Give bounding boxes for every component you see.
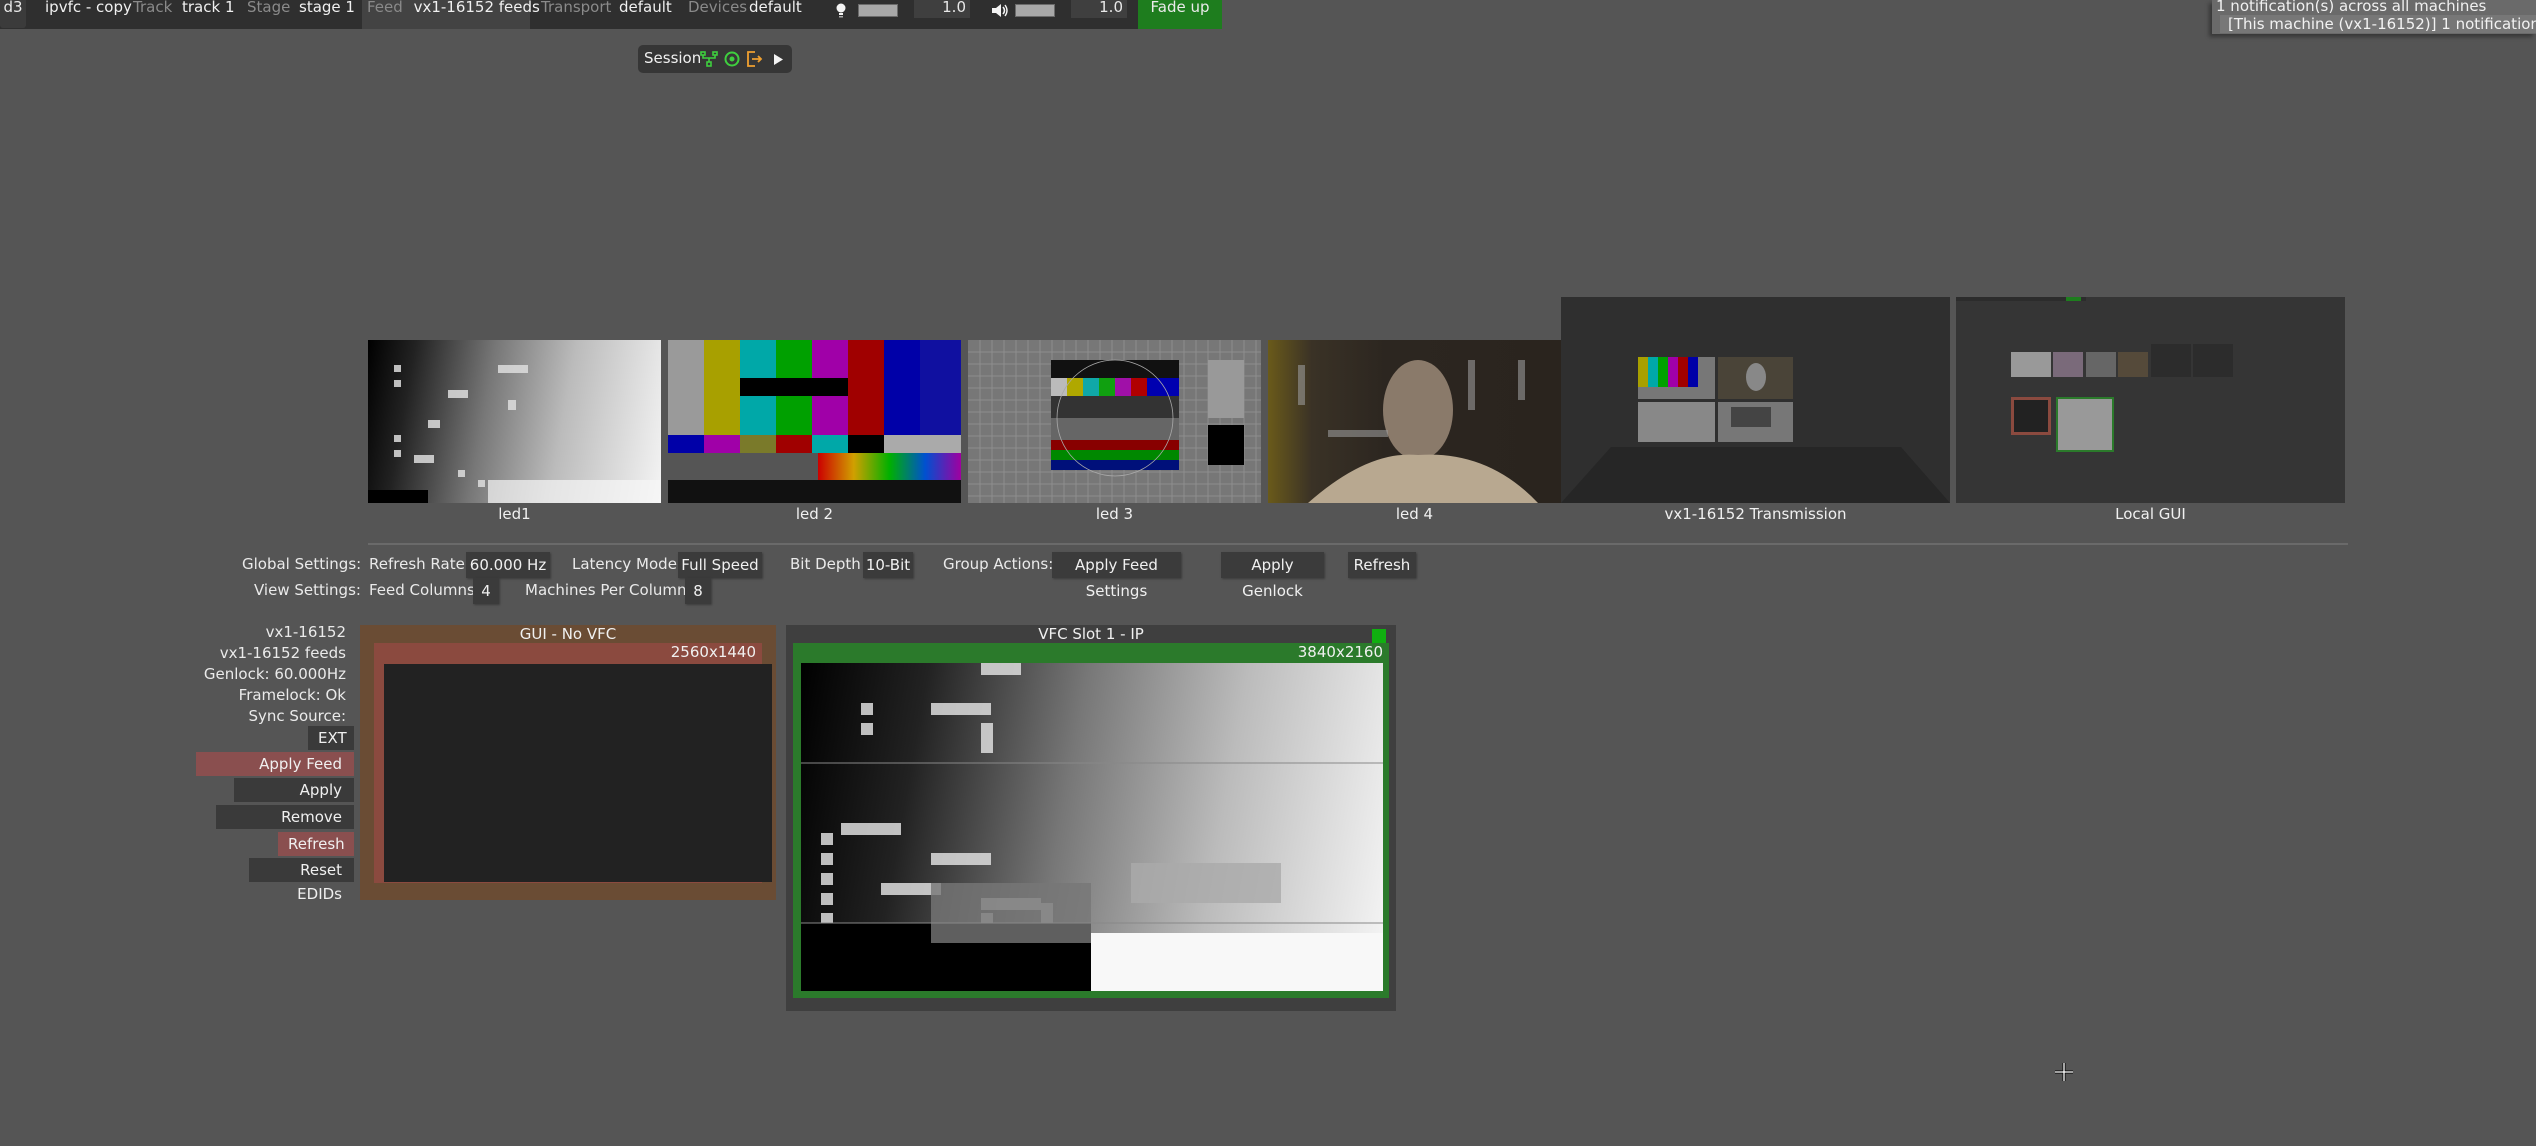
- feed-columns-input[interactable]: 4: [473, 578, 499, 604]
- feed-label-led-4: led 4: [1395, 505, 1434, 523]
- feed-thumbnail-led-4[interactable]: [1268, 340, 1561, 503]
- feed-label-led-2: led 2: [795, 505, 834, 523]
- track-label: Track: [133, 0, 173, 16]
- feed-selector[interactable]: Feed vx1-16152 feeds: [362, 0, 540, 29]
- refresh-rate-dropdown[interactable]: 60.000 Hz: [466, 552, 550, 578]
- track-selector[interactable]: track 1: [182, 0, 235, 29]
- feed-label: Feed: [367, 0, 403, 16]
- volume-value[interactable]: 1.0: [1071, 0, 1127, 18]
- output-resolution: 3840x2160: [1297, 643, 1383, 661]
- machines-per-column-label: Machines Per Column: [525, 581, 687, 599]
- reset-edids-button[interactable]: Reset EDIDs: [249, 858, 354, 903]
- remove-genlock-button[interactable]: Remove Genlock: [216, 805, 354, 850]
- output-frame: 2560x1440: [374, 643, 772, 883]
- project-name[interactable]: ipvfc - copy: [45, 0, 132, 29]
- speaker-icon: [992, 4, 1008, 17]
- feed-thumbnail-led-3[interactable]: [968, 340, 1261, 503]
- section-divider: [368, 543, 2348, 545]
- genlock-status: Genlock: 60.000Hz: [203, 665, 346, 683]
- machine-name: vx1-16152: [265, 623, 346, 641]
- transmission-preview: [1561, 357, 1950, 503]
- output-title: GUI - No VFC: [519, 625, 617, 643]
- group-refresh-button[interactable]: Refresh: [1348, 552, 1416, 578]
- feed-thumbnail-led1[interactable]: [368, 340, 661, 503]
- latency-mode-label: Latency Mode: [572, 555, 677, 573]
- feed-thumbnail-local-gui[interactable]: [1956, 297, 2345, 503]
- feed-label-led-3: led 3: [1095, 505, 1134, 523]
- feed-thumbnail-transmission[interactable]: [1561, 297, 1950, 503]
- led1-preview: [368, 365, 661, 503]
- sync-source-dropdown[interactable]: EXT: [308, 726, 354, 750]
- output-preview: [801, 663, 1383, 991]
- eye-icon[interactable]: [724, 51, 740, 67]
- output-frame: 3840x2160: [793, 643, 1389, 998]
- brightness-value[interactable]: 1.0: [914, 0, 970, 18]
- group-apply-feed-settings-button[interactable]: Apply Feed Settings: [1052, 552, 1181, 600]
- brightness-slider[interactable]: [858, 4, 898, 17]
- machine-feeds: vx1-16152 feeds: [219, 644, 346, 662]
- devices-label: Devices: [688, 0, 748, 16]
- stage-label: Stage: [247, 0, 291, 16]
- stage-selector[interactable]: stage 1: [299, 0, 355, 29]
- devices-selector[interactable]: default: [749, 0, 802, 29]
- output-resolution: 2560x1440: [670, 643, 756, 661]
- notifications-summary: 1 notification(s) across all machines: [2216, 0, 2487, 15]
- transport-selector[interactable]: default: [619, 0, 672, 29]
- apply-feed-settings-button[interactable]: Apply Feed Settings: [196, 752, 354, 797]
- local-gui-preview: [1956, 297, 2233, 452]
- session-widget[interactable]: Session: [638, 45, 792, 73]
- play-icon[interactable]: [774, 54, 783, 65]
- global-settings-label: Global Settings:: [242, 555, 362, 573]
- session-label: Session: [644, 49, 702, 67]
- led2-preview: [668, 340, 961, 503]
- framelock-status: Framelock: Ok: [238, 686, 346, 704]
- app-logo[interactable]: d3: [0, 0, 26, 28]
- notification-item[interactable]: [This machine (vx1-16152)] 1 notificatio…: [2220, 15, 2536, 33]
- lightbulb-icon: [836, 3, 846, 18]
- bit-depth-label: Bit Depth: [790, 555, 861, 573]
- top-bar: d3 ipvfc - copy Track track 1 Stage stag…: [0, 0, 1222, 29]
- feed-thumbnail-led-2[interactable]: [668, 340, 961, 503]
- refresh-button[interactable]: Refresh: [278, 832, 354, 856]
- output-card-vfc-slot-1[interactable]: VFC Slot 1 - IP 3840x2160: [786, 625, 1396, 1011]
- output-preview: [384, 664, 772, 882]
- apply-genlock-button[interactable]: Apply Genlock: [234, 778, 354, 823]
- output-title: VFC Slot 1 - IP: [1038, 625, 1144, 643]
- status-indicator: [1372, 629, 1386, 643]
- latency-mode-dropdown[interactable]: Full Speed: [678, 552, 762, 578]
- vfc-preview-image: [801, 663, 1383, 991]
- group-apply-genlock-button[interactable]: Apply Genlock: [1221, 552, 1324, 600]
- refresh-rate-label: Refresh Rate: [369, 555, 465, 573]
- bit-depth-dropdown[interactable]: 10-Bit: [863, 552, 913, 578]
- exit-icon[interactable]: [746, 51, 763, 67]
- machines-per-column-input[interactable]: 8: [685, 578, 711, 604]
- feed-label-local-gui: Local GUI: [2115, 505, 2186, 523]
- notifications-panel[interactable]: 1 notification(s) across all machines [T…: [2212, 0, 2536, 34]
- sync-source-label: Sync Source:: [248, 707, 347, 725]
- feed-label-transmission: vx1-16152 Transmission: [1664, 505, 1847, 523]
- feed-label-led1: led1: [498, 505, 531, 523]
- led3-preview: [968, 340, 1261, 503]
- volume-slider[interactable]: [1015, 4, 1055, 17]
- led4-preview: [1298, 360, 1538, 503]
- crosshair-cursor-icon: [2055, 1063, 2073, 1081]
- feed-value: vx1-16152 feeds: [413, 0, 540, 16]
- output-card-gui[interactable]: GUI - No VFC 2560x1440: [360, 625, 776, 900]
- network-icon[interactable]: [700, 51, 718, 67]
- group-actions-label: Group Actions:: [943, 555, 1054, 573]
- view-settings-label: View Settings:: [254, 581, 361, 599]
- transport-label: Transport: [541, 0, 612, 16]
- feed-columns-label: Feed Columns: [369, 581, 475, 599]
- fade-up-button[interactable]: Fade up: [1138, 0, 1222, 29]
